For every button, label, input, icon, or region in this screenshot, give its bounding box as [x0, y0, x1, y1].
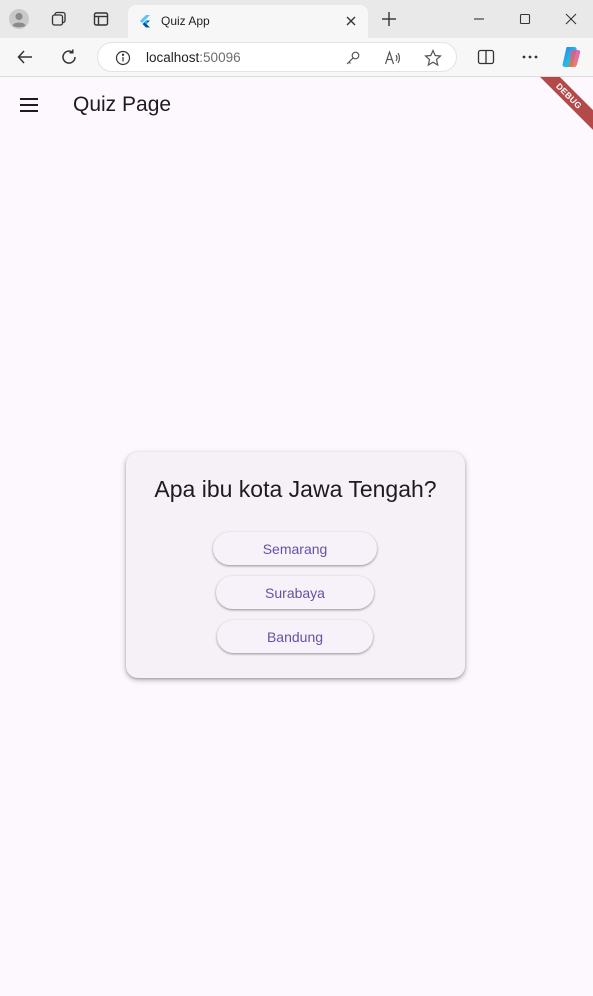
- answer-button-bandung[interactable]: Bandung: [217, 620, 373, 653]
- page-title: Quiz Page: [73, 93, 172, 116]
- split-screen-icon[interactable]: [474, 45, 498, 69]
- refresh-icon[interactable]: [57, 45, 81, 69]
- tab-title: Quiz App: [161, 14, 210, 28]
- url-text[interactable]: localhost:50096: [146, 50, 241, 65]
- app-viewport: Quiz Page DEBUG Apa ibu kota Jawa Tengah…: [0, 76, 593, 996]
- url-host: localhost: [146, 50, 200, 65]
- key-icon[interactable]: [343, 48, 363, 68]
- url-port: :50096: [199, 50, 241, 65]
- minimize-icon[interactable]: [464, 6, 494, 32]
- back-arrow-icon[interactable]: [13, 45, 37, 69]
- browser-tab-strip: Quiz App: [0, 0, 593, 38]
- copilot-icon[interactable]: [559, 45, 583, 69]
- maximize-icon[interactable]: [510, 6, 540, 32]
- more-icon[interactable]: [518, 45, 542, 69]
- tab-actions-icon[interactable]: [90, 8, 112, 30]
- browser-tab[interactable]: Quiz App: [128, 5, 368, 38]
- answer-button-semarang[interactable]: Semarang: [213, 532, 377, 565]
- quiz-question: Apa ibu kota Jawa Tengah?: [154, 476, 437, 502]
- tab-close-icon[interactable]: [342, 12, 360, 30]
- answer-button-label: Surabaya: [265, 584, 325, 601]
- quiz-card: Apa ibu kota Jawa Tengah? Semarang Surab…: [126, 452, 465, 678]
- answer-button-surabaya[interactable]: Surabaya: [216, 576, 374, 609]
- info-icon[interactable]: [114, 49, 132, 67]
- workspaces-icon[interactable]: [48, 8, 70, 30]
- app-bar: Quiz Page: [0, 77, 593, 133]
- browser-toolbar: localhost:50096: [0, 38, 593, 76]
- answer-button-label: Semarang: [262, 540, 328, 557]
- close-icon[interactable]: [556, 6, 586, 32]
- star-icon[interactable]: [423, 48, 443, 68]
- flutter-logo-icon: [138, 14, 152, 28]
- answer-button-label: Bandung: [266, 628, 324, 645]
- address-bar[interactable]: localhost:50096: [97, 42, 457, 72]
- hamburger-menu-icon[interactable]: [16, 92, 42, 118]
- profile-icon[interactable]: [8, 8, 30, 30]
- read-aloud-icon[interactable]: [383, 48, 403, 68]
- plus-icon[interactable]: [378, 8, 400, 30]
